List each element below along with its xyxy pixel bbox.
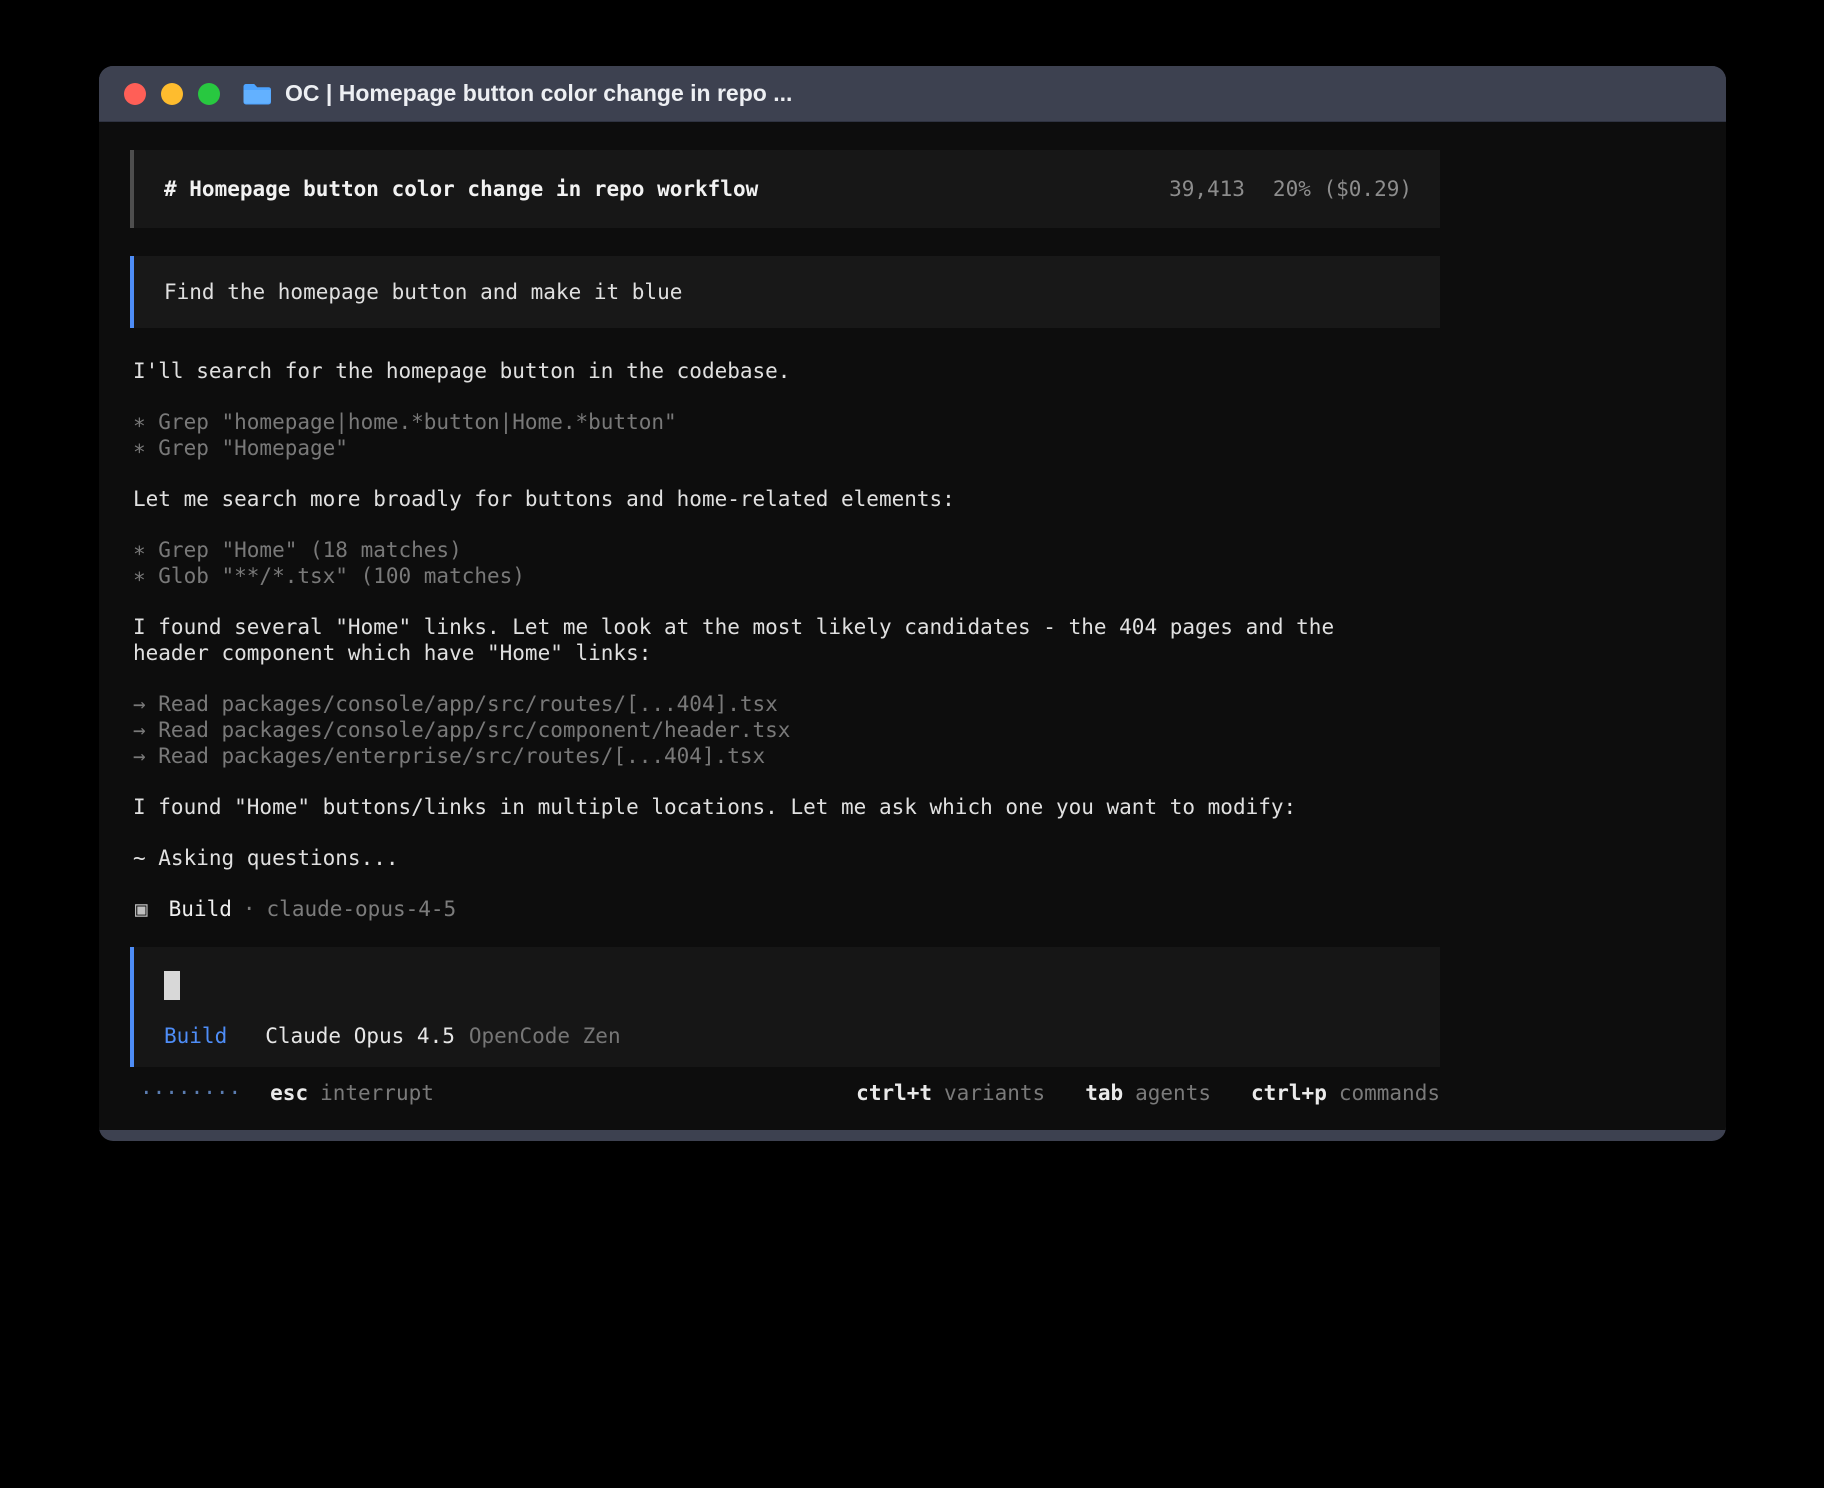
- tool-call: ∗ Grep "homepage|home.*button|Home.*butt…: [133, 409, 1440, 435]
- terminal-content: # Homepage button color change in repo w…: [99, 122, 1726, 1130]
- minimize-button[interactable]: [161, 83, 183, 105]
- input-model-label: Claude Opus 4.5: [265, 1023, 455, 1049]
- tool-call: ∗ Glob "**/*.tsx" (100 matches): [133, 563, 1440, 589]
- assistant-text: I found "Home" buttons/links in multiple…: [133, 794, 1418, 820]
- spinner-dots: ········: [140, 1080, 241, 1106]
- session-title: # Homepage button color change in repo w…: [164, 176, 758, 202]
- window-titlebar: OC | Homepage button color change in rep…: [99, 66, 1726, 122]
- assistant-text: Let me search more broadly for buttons a…: [133, 486, 1418, 512]
- tool-call-group: → Read packages/console/app/src/routes/[…: [133, 691, 1440, 769]
- user-message-text: Find the homepage button and make it blu…: [164, 279, 682, 305]
- folder-icon: [242, 82, 272, 106]
- hint-interrupt: esc interrupt: [270, 1080, 434, 1106]
- token-count: 39,413: [1169, 176, 1245, 202]
- input-meta: Build Claude Opus 4.5 OpenCode Zen: [164, 1023, 1410, 1049]
- esc-key: esc: [270, 1080, 308, 1106]
- agent-separator: ·: [243, 896, 256, 922]
- tool-call: → Read packages/console/app/src/routes/[…: [133, 691, 1440, 717]
- prompt-input[interactable]: Build Claude Opus 4.5 OpenCode Zen: [130, 947, 1440, 1067]
- hint-agents: tab agents: [1085, 1080, 1211, 1106]
- session-stats: 39,413 20% ($0.29): [1169, 176, 1412, 202]
- context-usage: 20% ($0.29): [1273, 176, 1412, 202]
- tool-call: → Read packages/enterprise/src/routes/[.…: [133, 743, 1440, 769]
- session-header: # Homepage button color change in repo w…: [130, 150, 1440, 228]
- tool-call: ∗ Grep "Homepage": [133, 435, 1440, 461]
- status-bar: ········ esc interrupt ctrl+t variants t…: [130, 1080, 1440, 1106]
- agent-model: claude-opus-4-5: [267, 896, 457, 922]
- window-title: OC | Homepage button color change in rep…: [285, 80, 792, 107]
- agent-name: Build: [169, 896, 232, 922]
- tool-call: → Read packages/console/app/src/componen…: [133, 717, 1440, 743]
- input-mode-label: Build: [164, 1023, 227, 1049]
- terminal-window: OC | Homepage button color change in rep…: [99, 66, 1726, 1141]
- tool-call-group: ∗ Grep "Home" (18 matches) ∗ Glob "**/*.…: [133, 537, 1440, 589]
- title-wrap: OC | Homepage button color change in rep…: [242, 80, 792, 107]
- user-message: Find the homepage button and make it blu…: [130, 256, 1440, 328]
- traffic-lights: [124, 83, 220, 105]
- close-button[interactable]: [124, 83, 146, 105]
- tool-call-group: ∗ Grep "homepage|home.*button|Home.*butt…: [133, 409, 1440, 461]
- esc-label: interrupt: [320, 1080, 434, 1106]
- working-status: ~ Asking questions...: [133, 845, 1418, 871]
- agent-icon: ▣: [135, 896, 148, 922]
- assistant-text: I'll search for the homepage button in t…: [133, 358, 1418, 384]
- input-provider-label: OpenCode Zen: [469, 1023, 621, 1049]
- session-content: # Homepage button color change in repo w…: [130, 150, 1440, 1106]
- text-cursor: [164, 971, 180, 1000]
- tool-call: ∗ Grep "Home" (18 matches): [133, 537, 1440, 563]
- hint-commands: ctrl+p commands: [1251, 1080, 1440, 1106]
- assistant-text: I found several "Home" links. Let me loo…: [133, 614, 1418, 666]
- right-hints: ctrl+t variants tab agents ctrl+p comman…: [856, 1080, 1440, 1106]
- zoom-button[interactable]: [198, 83, 220, 105]
- agent-line: ▣ Build · claude-opus-4-5: [135, 896, 1440, 922]
- hint-variants: ctrl+t variants: [856, 1080, 1045, 1106]
